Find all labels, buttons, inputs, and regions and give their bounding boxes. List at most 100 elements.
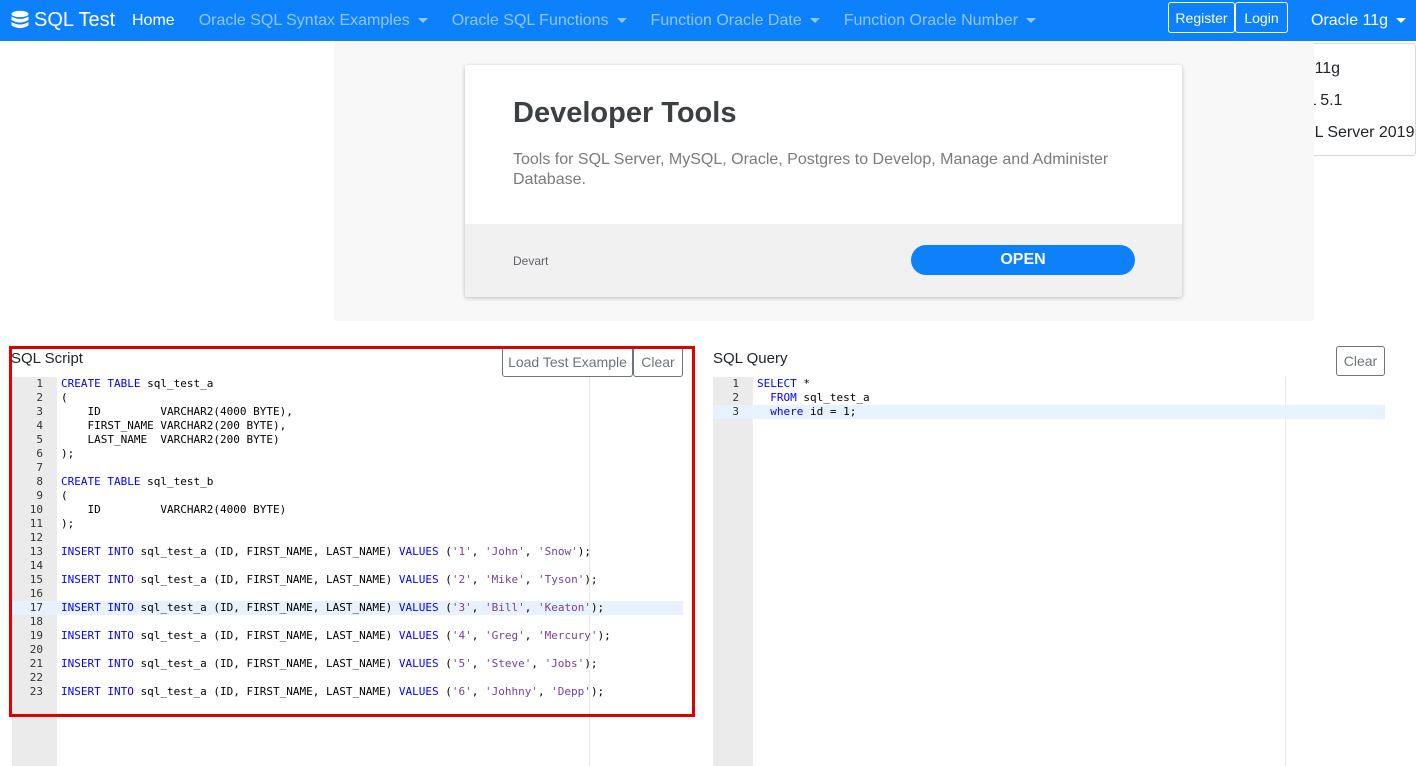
script-code-line: 23 INSERT INTO sql_test_a (ID, FIRST_NAME… — [12, 685, 683, 699]
script-code-line: 4 FIRST_NAME VARCHAR2(200 BYTE), — [12, 419, 683, 433]
line-number: 2 — [36, 391, 43, 404]
nav-date-label: Function Oracle Date — [650, 11, 802, 29]
code-text: FROM sql_test_a — [770, 391, 870, 404]
nav-home-label: Home — [132, 11, 175, 29]
line-number: 4 — [36, 419, 43, 432]
nav-functions-label: Oracle SQL Functions — [451, 11, 609, 29]
script-code-line: 18 — [12, 615, 683, 629]
code-text: ID VARCHAR2(4000 BYTE), — [87, 405, 293, 418]
code-text: ID VARCHAR2(4000 BYTE) — [87, 503, 287, 516]
script-code-line: 9( — [12, 489, 683, 503]
script-code-line: 14 — [12, 559, 683, 573]
ad-open-button[interactable]: OPEN — [911, 245, 1135, 275]
line-number: 23 — [29, 685, 43, 698]
sql-query-editor[interactable]: 1 SELECT * 2 FROM sql_test_a 3 where id = 1… — [713, 377, 1385, 766]
nav-number-label: Function Oracle Number — [843, 11, 1019, 29]
sql-script-editor[interactable]: 1 CREATE TABLE sql_test_a 2 (3 ID VARCHAR2(… — [12, 377, 683, 766]
script-code-line: 11); — [12, 517, 683, 531]
line-number: 2 — [732, 391, 739, 404]
script-code-line: 12 — [12, 531, 683, 545]
nav-home[interactable]: Home — [124, 12, 183, 30]
script-code-line: 15 INSERT INTO sql_test_a (ID, FIRST_NAME… — [12, 573, 683, 587]
script-code-line: 5 LAST_NAME VARCHAR2(200 BYTE) — [12, 433, 683, 447]
sql-query-title: SQL Query — [713, 350, 788, 367]
script-code-line: 20 — [12, 643, 683, 657]
code-text: LAST_NAME VARCHAR2(200 BYTE) — [87, 433, 280, 446]
brand-name: SQL Test — [34, 9, 116, 31]
code-text: FIRST_NAME VARCHAR2(200 BYTE), — [87, 419, 287, 432]
code-text: ( — [61, 391, 68, 404]
script-code-line: 16 — [12, 587, 683, 601]
line-number: 5 — [36, 433, 43, 446]
query-code-line: 1 SELECT * — [713, 377, 1385, 391]
line-number: 19 — [29, 629, 43, 642]
script-code-line: 10 ID VARCHAR2(4000 BYTE) — [12, 503, 683, 517]
database-selector[interactable]: Oracle 11g — [1311, 0, 1407, 41]
ad-description: Tools for SQL Server, MySQL, Oracle, Pos… — [513, 151, 1109, 188]
chevron-down-icon — [809, 18, 820, 23]
login-button[interactable]: Login — [1235, 2, 1288, 33]
script-code-line: 21 INSERT INTO sql_test_a (ID, FIRST_NAME… — [12, 657, 683, 671]
script-code-line: 19 INSERT INTO sql_test_a (ID, FIRST_NAME… — [12, 629, 683, 643]
code-text: INSERT INTO sql_test_a (ID, FIRST_NAME, … — [61, 685, 605, 698]
code-text: INSERT INTO sql_test_a (ID, FIRST_NAME, … — [61, 545, 591, 558]
script-code-line: 22 — [12, 671, 683, 685]
database-selector-label: Oracle 11g — [1311, 11, 1389, 29]
chevron-down-icon — [1026, 18, 1037, 23]
nav-oracle-sql-functions[interactable]: Oracle SQL Functions — [444, 12, 635, 30]
line-number: 1 — [36, 377, 43, 390]
code-text: CREATE TABLE sql_test_a — [61, 377, 214, 390]
register-button[interactable]: Register — [1168, 2, 1235, 33]
code-text: INSERT INTO sql_test_a (ID, FIRST_NAME, … — [61, 657, 598, 670]
chevron-down-icon — [417, 18, 428, 23]
ad-title: Developer Tools — [513, 97, 737, 129]
line-number: 17 — [29, 601, 43, 614]
query-code-line: 2 FROM sql_test_a — [713, 391, 1385, 405]
code-text: CREATE TABLE sql_test_b — [61, 475, 214, 488]
line-number: 3 — [732, 405, 739, 418]
sql-script-title: SQL Script — [11, 350, 83, 367]
line-number: 21 — [29, 657, 43, 670]
line-number: 20 — [29, 643, 43, 656]
chevron-down-icon — [1396, 18, 1407, 23]
script-code-line: 13 INSERT INTO sql_test_a (ID, FIRST_NAME… — [12, 545, 683, 559]
code-text: INSERT INTO sql_test_a (ID, FIRST_NAME, … — [61, 573, 598, 586]
top-navbar: SQL Test Home Oracle SQL Syntax Examples… — [0, 0, 1416, 41]
nav-function-oracle-number[interactable]: Function Oracle Number — [836, 12, 1044, 30]
chevron-down-icon — [616, 18, 627, 23]
line-number: 18 — [29, 615, 43, 628]
line-number: 11 — [29, 517, 43, 530]
line-number: 13 — [29, 545, 43, 558]
code-text: ); — [61, 447, 75, 460]
nav-syntax-label: Oracle SQL Syntax Examples — [198, 11, 410, 29]
code-text: where id = 1; — [770, 405, 857, 418]
line-number: 10 — [29, 503, 43, 516]
ad-footer: Devart OPEN — [465, 224, 1182, 297]
database-icon — [11, 10, 29, 28]
script-code-line: 8 CREATE TABLE sql_test_b — [12, 475, 683, 489]
code-text: ( — [61, 489, 68, 502]
code-text: INSERT INTO sql_test_a (ID, FIRST_NAME, … — [61, 629, 611, 642]
line-number: 1 — [732, 377, 739, 390]
script-code-line: 3 ID VARCHAR2(4000 BYTE), — [12, 405, 683, 419]
ad-card[interactable]: Developer Tools Tools for SQL Server, My… — [465, 65, 1182, 297]
line-number: 12 — [29, 531, 43, 544]
code-text: SELECT * — [757, 377, 810, 390]
nav-function-oracle-date[interactable]: Function Oracle Date — [643, 12, 828, 30]
brand-logo[interactable]: SQL Test — [10, 9, 115, 32]
script-code-line: 6); — [12, 447, 683, 461]
code-text: ); — [61, 517, 75, 530]
ad-sponsor: Devart — [513, 254, 549, 268]
print-margin — [1285, 377, 1286, 766]
query-clear-button[interactable]: Clear — [1336, 346, 1385, 376]
script-code-line: 17 INSERT INTO sql_test_a (ID, FIRST_NAME… — [12, 601, 683, 615]
script-clear-button[interactable]: Clear — [633, 347, 683, 377]
query-gutter — [713, 377, 753, 766]
line-number: 6 — [36, 447, 43, 460]
load-test-example-button[interactable]: Load Test Example — [502, 347, 633, 377]
line-number: 9 — [36, 489, 43, 502]
line-number: 7 — [36, 461, 43, 474]
line-number: 16 — [29, 587, 43, 600]
line-number: 15 — [29, 573, 43, 586]
nav-oracle-sql-syntax-examples[interactable]: Oracle SQL Syntax Examples — [191, 12, 436, 30]
